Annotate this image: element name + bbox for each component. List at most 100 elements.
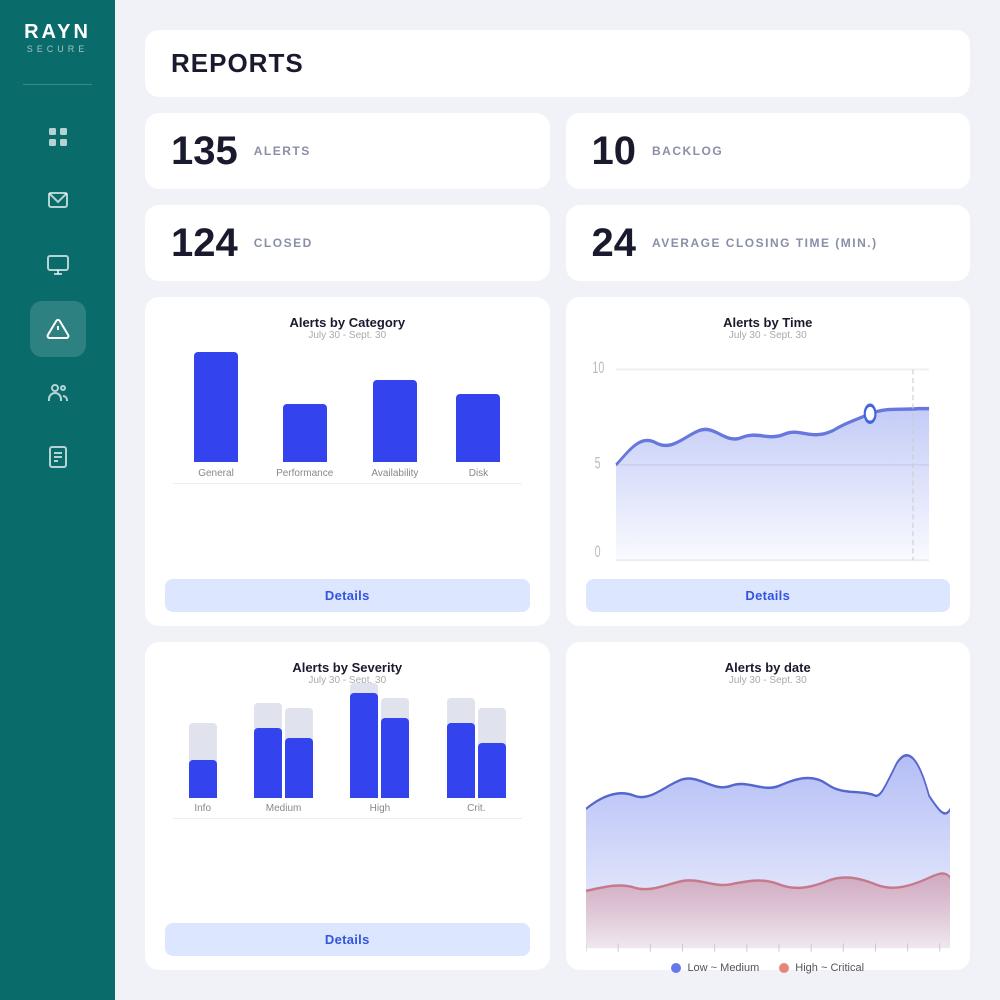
severity-bar-chart: Info xyxy=(165,694,530,814)
sidebar-item-dashboard[interactable] xyxy=(30,109,86,165)
sidebar-item-users[interactable] xyxy=(30,365,86,421)
legend-low-medium: Low ~ Medium xyxy=(671,962,759,974)
stats-row-2: 124 CLOSED 24 AVERAGE CLOSING TIME (MIN.… xyxy=(145,205,970,281)
backlog-label: BACKLOG xyxy=(652,144,723,158)
sev-bar-fg xyxy=(381,718,409,798)
sev-bar-fg xyxy=(447,723,475,798)
sev-info-bars xyxy=(189,683,217,798)
bar-availability: Availability xyxy=(371,380,418,479)
stat-alerts: 135 ALERTS xyxy=(145,113,550,189)
reports-icon xyxy=(46,445,70,469)
chart-date-title: Alerts by date xyxy=(586,660,951,675)
bar-general-rect xyxy=(194,352,238,462)
bar-performance-rect xyxy=(283,404,327,462)
sev-bar-fg xyxy=(189,760,217,798)
sev-high-bar1 xyxy=(350,683,378,798)
page-title: REPORTS xyxy=(145,30,970,97)
stats-row-1: 135 ALERTS 10 BACKLOG xyxy=(145,113,970,189)
bar-availability-rect xyxy=(373,380,417,462)
sev-crit-bar2 xyxy=(478,683,506,798)
sev-medium-label: Medium xyxy=(266,803,302,814)
alerts-icon xyxy=(46,317,70,341)
backlog-number: 10 xyxy=(592,131,637,171)
sev-crit-bars xyxy=(447,683,506,798)
avg-time-number: 24 xyxy=(592,223,637,263)
stat-backlog: 10 BACKLOG xyxy=(566,113,971,189)
legend-high-dot xyxy=(779,963,789,973)
sev-info-label: Info xyxy=(194,803,211,814)
chart-severity-title: Alerts by Severity xyxy=(165,660,530,675)
svg-text:19:00: 19:00 xyxy=(899,570,926,571)
svg-text:15:00: 15:00 xyxy=(738,570,765,571)
svg-text:5: 5 xyxy=(594,454,600,473)
svg-text:0: 0 xyxy=(594,543,600,562)
sidebar: RAYN SECURE xyxy=(0,0,115,1000)
charts-row-2: Alerts by Severity July 30 - Sept. 30 In… xyxy=(145,642,970,971)
main-content: REPORTS 135 ALERTS 10 BACKLOG 124 CLOSED… xyxy=(115,0,1000,1000)
bar-availability-label: Availability xyxy=(371,468,418,479)
stat-avg-time: 24 AVERAGE CLOSING TIME (MIN.) xyxy=(566,205,971,281)
sev-high-bar2 xyxy=(381,683,409,798)
monitor-icon xyxy=(46,253,70,277)
users-icon xyxy=(46,381,70,405)
date-chart-svg xyxy=(586,694,951,957)
chart-date-subtitle: July 30 - Sept. 30 xyxy=(586,675,951,686)
sev-info-bar1 xyxy=(189,683,217,798)
chart-severity-details-button[interactable]: Details xyxy=(165,923,530,956)
sev-medium-bar1 xyxy=(254,683,282,798)
sev-crit-bar1 xyxy=(447,683,475,798)
alerts-number: 135 xyxy=(171,131,238,171)
chart-category-subtitle: July 30 - Sept. 30 xyxy=(165,330,530,341)
legend-high-label: High ~ Critical xyxy=(795,962,864,974)
chart-by-date: Alerts by date July 30 - Sept. 30 xyxy=(566,642,971,971)
legend-high-critical: High ~ Critical xyxy=(779,962,864,974)
bar-general-label: General xyxy=(198,468,234,479)
chart-time-title: Alerts by Time xyxy=(586,315,951,330)
messages-icon xyxy=(46,189,70,213)
sev-bar-fg xyxy=(350,693,378,798)
sidebar-item-monitor[interactable] xyxy=(30,237,86,293)
closed-number: 124 xyxy=(171,223,238,263)
logo: RAYN SECURE xyxy=(0,0,115,76)
bar-disk: Disk xyxy=(456,394,500,479)
chart-by-time: Alerts by Time July 30 - Sept. 30 10 5 0 xyxy=(566,297,971,626)
chart-time-subtitle: July 30 - Sept. 30 xyxy=(586,330,951,341)
avg-time-label: AVERAGE CLOSING TIME (MIN.) xyxy=(652,236,878,250)
brand-sub: SECURE xyxy=(27,44,89,54)
legend-low-dot xyxy=(671,963,681,973)
sev-info-group: Info xyxy=(189,683,217,814)
legend-low-label: Low ~ Medium xyxy=(687,962,759,974)
svg-text:10: 10 xyxy=(592,358,604,377)
date-chart-legend: Low ~ Medium High ~ Critical xyxy=(586,962,951,974)
sev-crit-label: Crit. xyxy=(467,803,485,814)
sev-crit-group: Crit. xyxy=(447,683,506,814)
sev-high-group: High xyxy=(350,683,409,814)
bar-general: General xyxy=(194,352,238,479)
bar-disk-label: Disk xyxy=(469,468,488,479)
sev-medium-bar2 xyxy=(285,683,313,798)
sev-bar-fg xyxy=(254,728,282,798)
chart-by-severity: Alerts by Severity July 30 - Sept. 30 In… xyxy=(145,642,550,971)
bar-performance: Performance xyxy=(276,404,333,479)
sev-medium-bars xyxy=(254,683,313,798)
sidebar-item-messages[interactable] xyxy=(30,173,86,229)
sidebar-item-reports[interactable] xyxy=(30,429,86,485)
sidebar-divider xyxy=(23,84,92,85)
charts-row-1: Alerts by Category July 30 - Sept. 30 Ge… xyxy=(145,297,970,626)
bar-performance-label: Performance xyxy=(276,468,333,479)
chart-time-area: 10 5 0 xyxy=(586,349,951,571)
chart-severity-area: Info xyxy=(165,694,530,916)
closed-label: CLOSED xyxy=(254,236,313,250)
chart-category-details-button[interactable]: Details xyxy=(165,579,530,612)
sidebar-nav xyxy=(0,93,115,485)
bar-chart-category: General Performance Availability Disk xyxy=(165,349,530,479)
svg-text:12:00: 12:00 xyxy=(599,570,626,571)
chart-time-details-button[interactable]: Details xyxy=(586,579,951,612)
sev-medium-group: Medium xyxy=(254,683,313,814)
alerts-label: ALERTS xyxy=(254,144,311,158)
sev-bar-fg xyxy=(285,738,313,798)
chart-date-area: Low ~ Medium High ~ Critical xyxy=(586,694,951,957)
sidebar-item-alerts[interactable] xyxy=(30,301,86,357)
sev-high-bars xyxy=(350,683,409,798)
bar-disk-rect xyxy=(456,394,500,462)
